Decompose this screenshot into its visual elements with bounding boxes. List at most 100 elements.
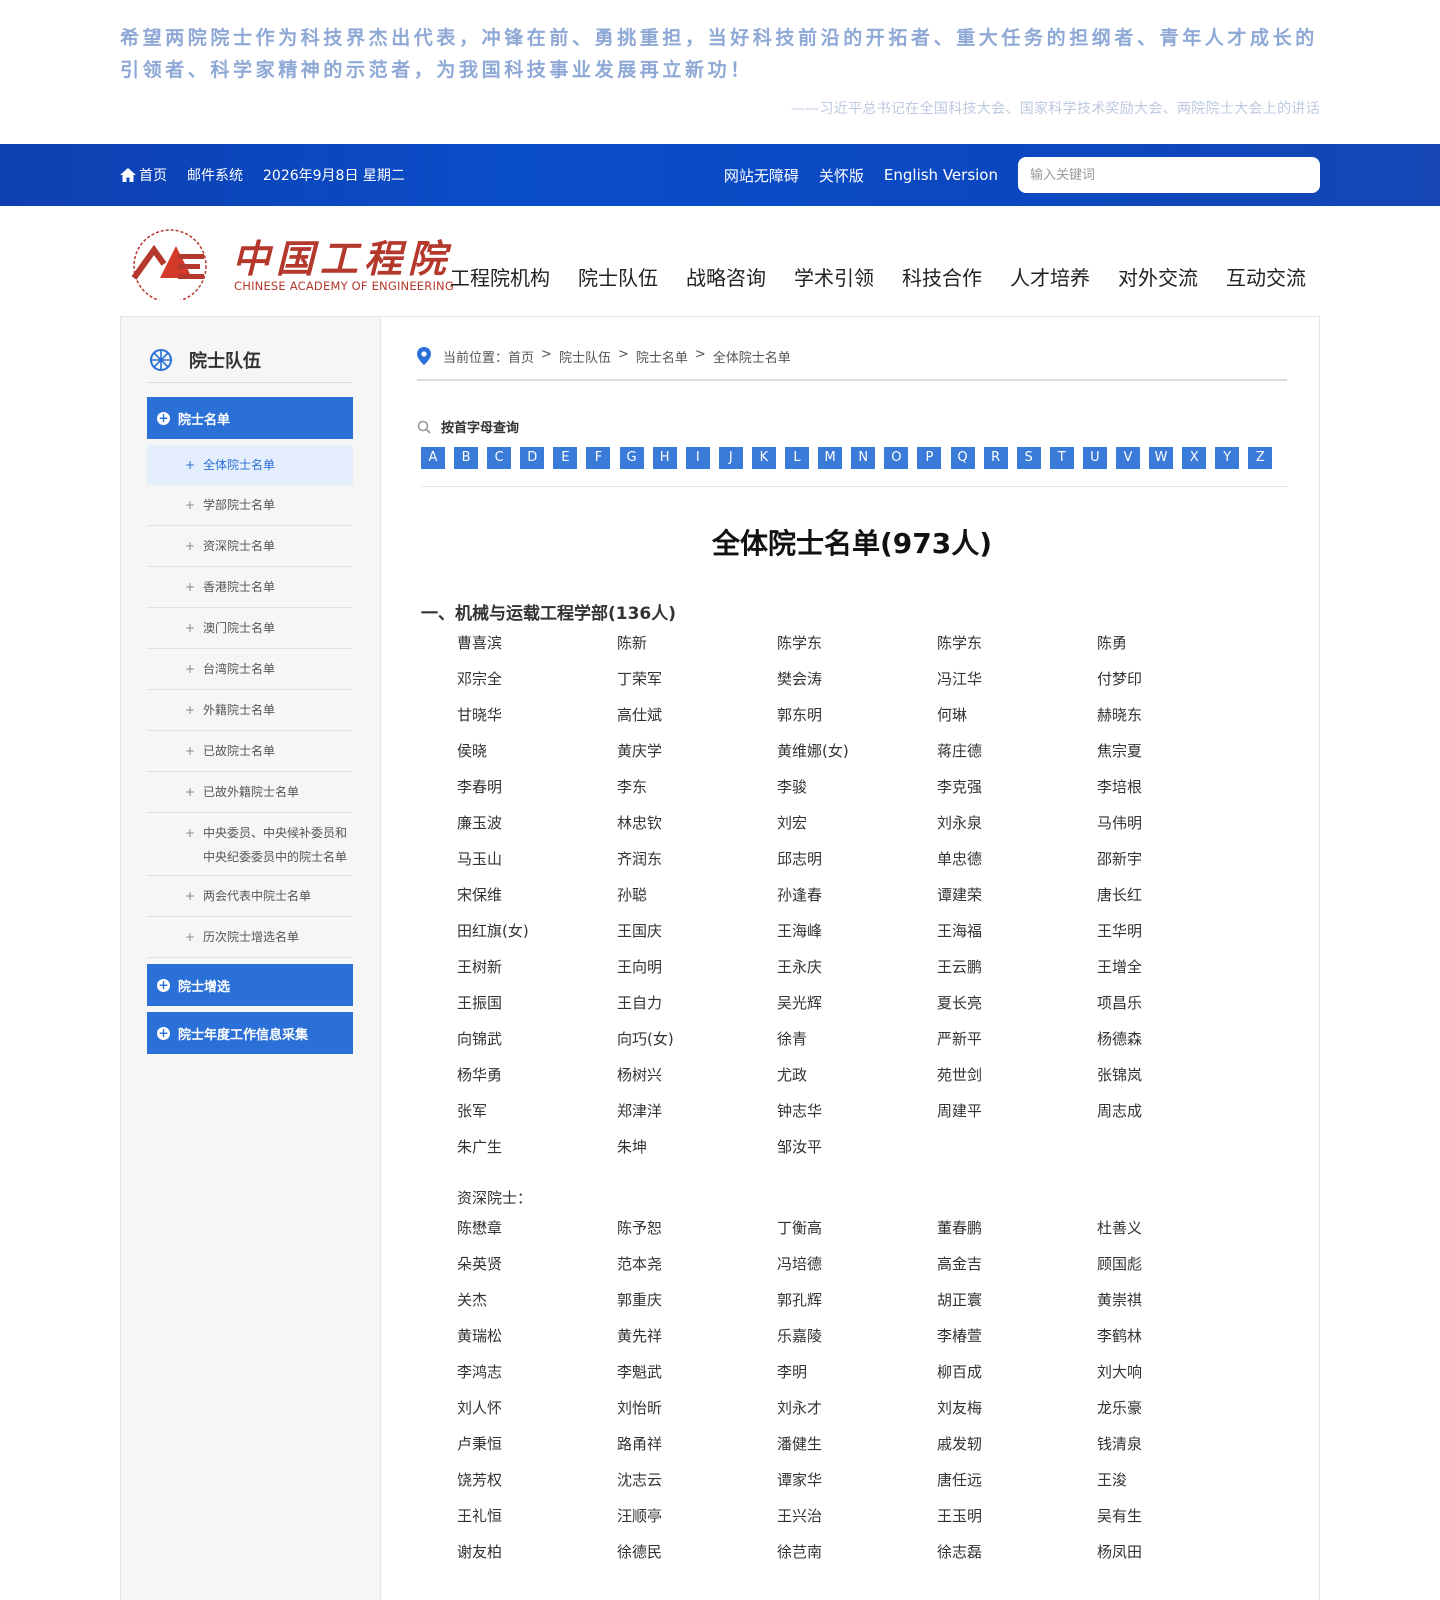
academician-name[interactable]: 高金吉: [937, 1246, 1097, 1282]
academician-name[interactable]: 柳百成: [937, 1354, 1097, 1390]
academician-name[interactable]: 王国庆: [617, 913, 777, 949]
academician-name[interactable]: 项昌乐: [1097, 985, 1257, 1021]
academician-name[interactable]: 侯晓: [457, 733, 617, 769]
academician-name[interactable]: 李明: [777, 1354, 937, 1390]
academician-name[interactable]: 朵英贤: [457, 1246, 617, 1282]
letter-button-z[interactable]: Z: [1248, 447, 1273, 469]
letter-button-r[interactable]: R: [983, 447, 1008, 469]
nav-item-academicians[interactable]: 院士队伍: [578, 262, 658, 291]
academician-name[interactable]: 李骏: [777, 769, 937, 805]
academician-name[interactable]: 李魁武: [617, 1354, 777, 1390]
nav-item-academic-leadership[interactable]: 学术引领: [794, 262, 874, 291]
academician-name[interactable]: 张军: [457, 1093, 617, 1129]
academician-name[interactable]: 杨树兴: [617, 1057, 777, 1093]
academician-name[interactable]: 徐德民: [617, 1534, 777, 1570]
academician-name[interactable]: 邓宗全: [457, 661, 617, 697]
academician-name[interactable]: 徐青: [777, 1021, 937, 1057]
academician-name[interactable]: 潘健生: [777, 1426, 937, 1462]
academician-name[interactable]: 王海福: [937, 913, 1097, 949]
academician-name[interactable]: 刘永泉: [937, 805, 1097, 841]
care-version-link[interactable]: 关怀版: [819, 165, 864, 186]
letter-button-k[interactable]: K: [751, 447, 776, 469]
academician-name[interactable]: 王永庆: [777, 949, 937, 985]
letter-button-w[interactable]: W: [1149, 447, 1174, 469]
academician-name[interactable]: 向巧(女): [617, 1021, 777, 1057]
academician-name[interactable]: 丁荣军: [617, 661, 777, 697]
letter-button-b[interactable]: B: [454, 447, 479, 469]
academician-name[interactable]: 马玉山: [457, 841, 617, 877]
academician-name[interactable]: 王玉明: [937, 1498, 1097, 1534]
letter-button-m[interactable]: M: [818, 447, 843, 469]
academician-name[interactable]: 郭重庆: [617, 1282, 777, 1318]
sidebar-subitem-elections[interactable]: + 历次院士增选名单: [147, 917, 353, 958]
letter-button-s[interactable]: S: [1016, 447, 1041, 469]
academician-name[interactable]: 王华明: [1097, 913, 1257, 949]
academician-name[interactable]: 冯江华: [937, 661, 1097, 697]
letter-button-q[interactable]: Q: [950, 447, 975, 469]
academician-name[interactable]: 单忠德: [937, 841, 1097, 877]
academician-name[interactable]: 朱坤: [617, 1129, 777, 1165]
academician-name[interactable]: 卢秉恒: [457, 1426, 617, 1462]
letter-button-u[interactable]: U: [1082, 447, 1107, 469]
academician-name[interactable]: 樊会涛: [777, 661, 937, 697]
letter-button-y[interactable]: Y: [1215, 447, 1240, 469]
academician-name[interactable]: 冯培德: [777, 1246, 937, 1282]
academician-name[interactable]: 高仕斌: [617, 697, 777, 733]
academician-name[interactable]: 戚发轫: [937, 1426, 1097, 1462]
academician-name[interactable]: 刘宏: [777, 805, 937, 841]
academician-name[interactable]: 丁衡高: [777, 1210, 937, 1246]
letter-button-v[interactable]: V: [1115, 447, 1140, 469]
nav-item-institutions[interactable]: 工程院机构: [450, 262, 550, 291]
academician-name[interactable]: 李春明: [457, 769, 617, 805]
sidebar-subitem-two-sessions[interactable]: + 两会代表中院士名单: [147, 876, 353, 917]
academician-name[interactable]: 乐嘉陵: [777, 1318, 937, 1354]
academician-name[interactable]: 郭孔辉: [777, 1282, 937, 1318]
academician-name[interactable]: 谭建荣: [937, 877, 1097, 913]
academician-name[interactable]: 郭东明: [777, 697, 937, 733]
academician-name[interactable]: 陈勇: [1097, 625, 1257, 661]
nav-item-talent-training[interactable]: 人才培养: [1010, 262, 1090, 291]
academician-name[interactable]: 陈新: [617, 625, 777, 661]
letter-button-n[interactable]: N: [851, 447, 876, 469]
academician-name[interactable]: 朱广生: [457, 1129, 617, 1165]
nav-item-interaction[interactable]: 互动交流: [1226, 262, 1306, 291]
logo-emblem[interactable]: [120, 224, 218, 300]
academician-name[interactable]: 赫晓东: [1097, 697, 1257, 733]
letter-button-h[interactable]: H: [652, 447, 677, 469]
academician-name[interactable]: 杜善义: [1097, 1210, 1257, 1246]
academician-name[interactable]: 蒋庄德: [937, 733, 1097, 769]
academician-name[interactable]: 王海峰: [777, 913, 937, 949]
mail-link[interactable]: 邮件系统: [187, 165, 243, 185]
academician-name[interactable]: 严新平: [937, 1021, 1097, 1057]
sidebar-subitem-senior[interactable]: + 资深院士名单: [147, 526, 353, 567]
academician-name[interactable]: 谭家华: [777, 1462, 937, 1498]
academician-name[interactable]: 王树新: [457, 949, 617, 985]
academician-name[interactable]: 王云鹏: [937, 949, 1097, 985]
academician-name[interactable]: 王浚: [1097, 1462, 1257, 1498]
sidebar-subitem-deceased[interactable]: + 已故院士名单: [147, 731, 353, 772]
academician-name[interactable]: 徐志磊: [937, 1534, 1097, 1570]
letter-button-o[interactable]: O: [884, 447, 909, 469]
nav-item-strategic-consulting[interactable]: 战略咨询: [686, 262, 766, 291]
academician-name[interactable]: 孙聪: [617, 877, 777, 913]
sidebar-subitem-central-committee[interactable]: + 中央委员、中央候补委员和中央纪委委员中的院士名单: [147, 813, 353, 876]
academician-name[interactable]: 饶芳权: [457, 1462, 617, 1498]
academician-name[interactable]: 关杰: [457, 1282, 617, 1318]
accessibility-link[interactable]: 网站无障碍: [724, 165, 799, 186]
academician-name[interactable]: 孙逢春: [777, 877, 937, 913]
academician-name[interactable]: 唐长红: [1097, 877, 1257, 913]
academician-name[interactable]: 邱志明: [777, 841, 937, 877]
academician-name[interactable]: 路甬祥: [617, 1426, 777, 1462]
academician-name[interactable]: 胡正寰: [937, 1282, 1097, 1318]
academician-name[interactable]: 黄先祥: [617, 1318, 777, 1354]
letter-button-j[interactable]: J: [718, 447, 743, 469]
academician-name[interactable]: 周建平: [937, 1093, 1097, 1129]
academician-name[interactable]: 刘怡昕: [617, 1390, 777, 1426]
english-version-link[interactable]: English Version: [884, 166, 998, 184]
letter-button-f[interactable]: F: [586, 447, 611, 469]
letter-button-t[interactable]: T: [1049, 447, 1074, 469]
academician-name[interactable]: 黄崇祺: [1097, 1282, 1257, 1318]
academician-name[interactable]: 刘大响: [1097, 1354, 1257, 1390]
academician-name[interactable]: 刘永才: [777, 1390, 937, 1426]
academician-name[interactable]: 周志成: [1097, 1093, 1257, 1129]
